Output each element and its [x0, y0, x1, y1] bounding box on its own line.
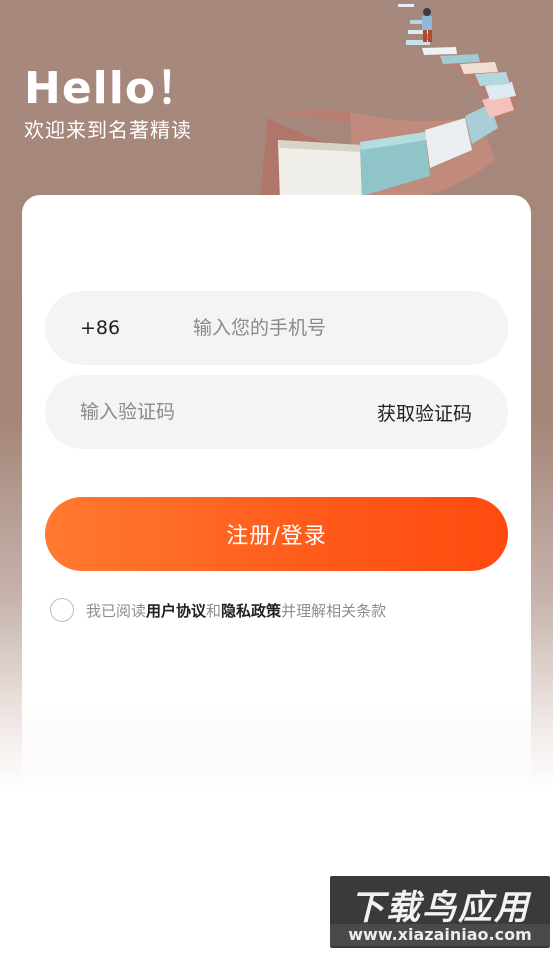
book-stack-icon [278, 4, 516, 200]
user-agreement-link[interactable]: 用户协议 [146, 602, 206, 620]
agreement-row: 我已阅读用户协议和隐私政策并理解相关条款 [50, 597, 386, 623]
person-icon [422, 8, 432, 42]
welcome-subtitle: 欢迎来到名著精读 [24, 118, 192, 142]
privacy-policy-link[interactable]: 隐私政策 [221, 602, 281, 620]
phone-input[interactable] [193, 313, 473, 343]
agreement-prefix: 我已阅读 [86, 601, 147, 620]
verification-code-field: 获取验证码 [45, 375, 508, 449]
phone-field: +86 [45, 291, 508, 365]
agree-checkbox[interactable] [50, 598, 74, 622]
agreement-and: 和 [206, 601, 222, 620]
watermark-logo: 下载鸟应用 www.xiazainiao.com [330, 876, 550, 948]
watermark-title: 下载鸟应用 [350, 888, 530, 928]
register-login-button[interactable]: 注册/登录 [45, 497, 508, 571]
verification-code-input[interactable] [80, 397, 340, 427]
country-code[interactable]: +86 [80, 317, 120, 339]
get-code-button[interactable]: 获取验证码 [377, 399, 472, 426]
page-title: Hello！ [24, 63, 202, 114]
watermark-url: www.xiazainiao.com [330, 924, 550, 946]
agreement-text: 我已阅读用户协议和隐私政策并理解相关条款 [86, 600, 386, 621]
agreement-suffix: 并理解相关条款 [281, 601, 387, 620]
book-staircase-illustration [260, 4, 519, 200]
